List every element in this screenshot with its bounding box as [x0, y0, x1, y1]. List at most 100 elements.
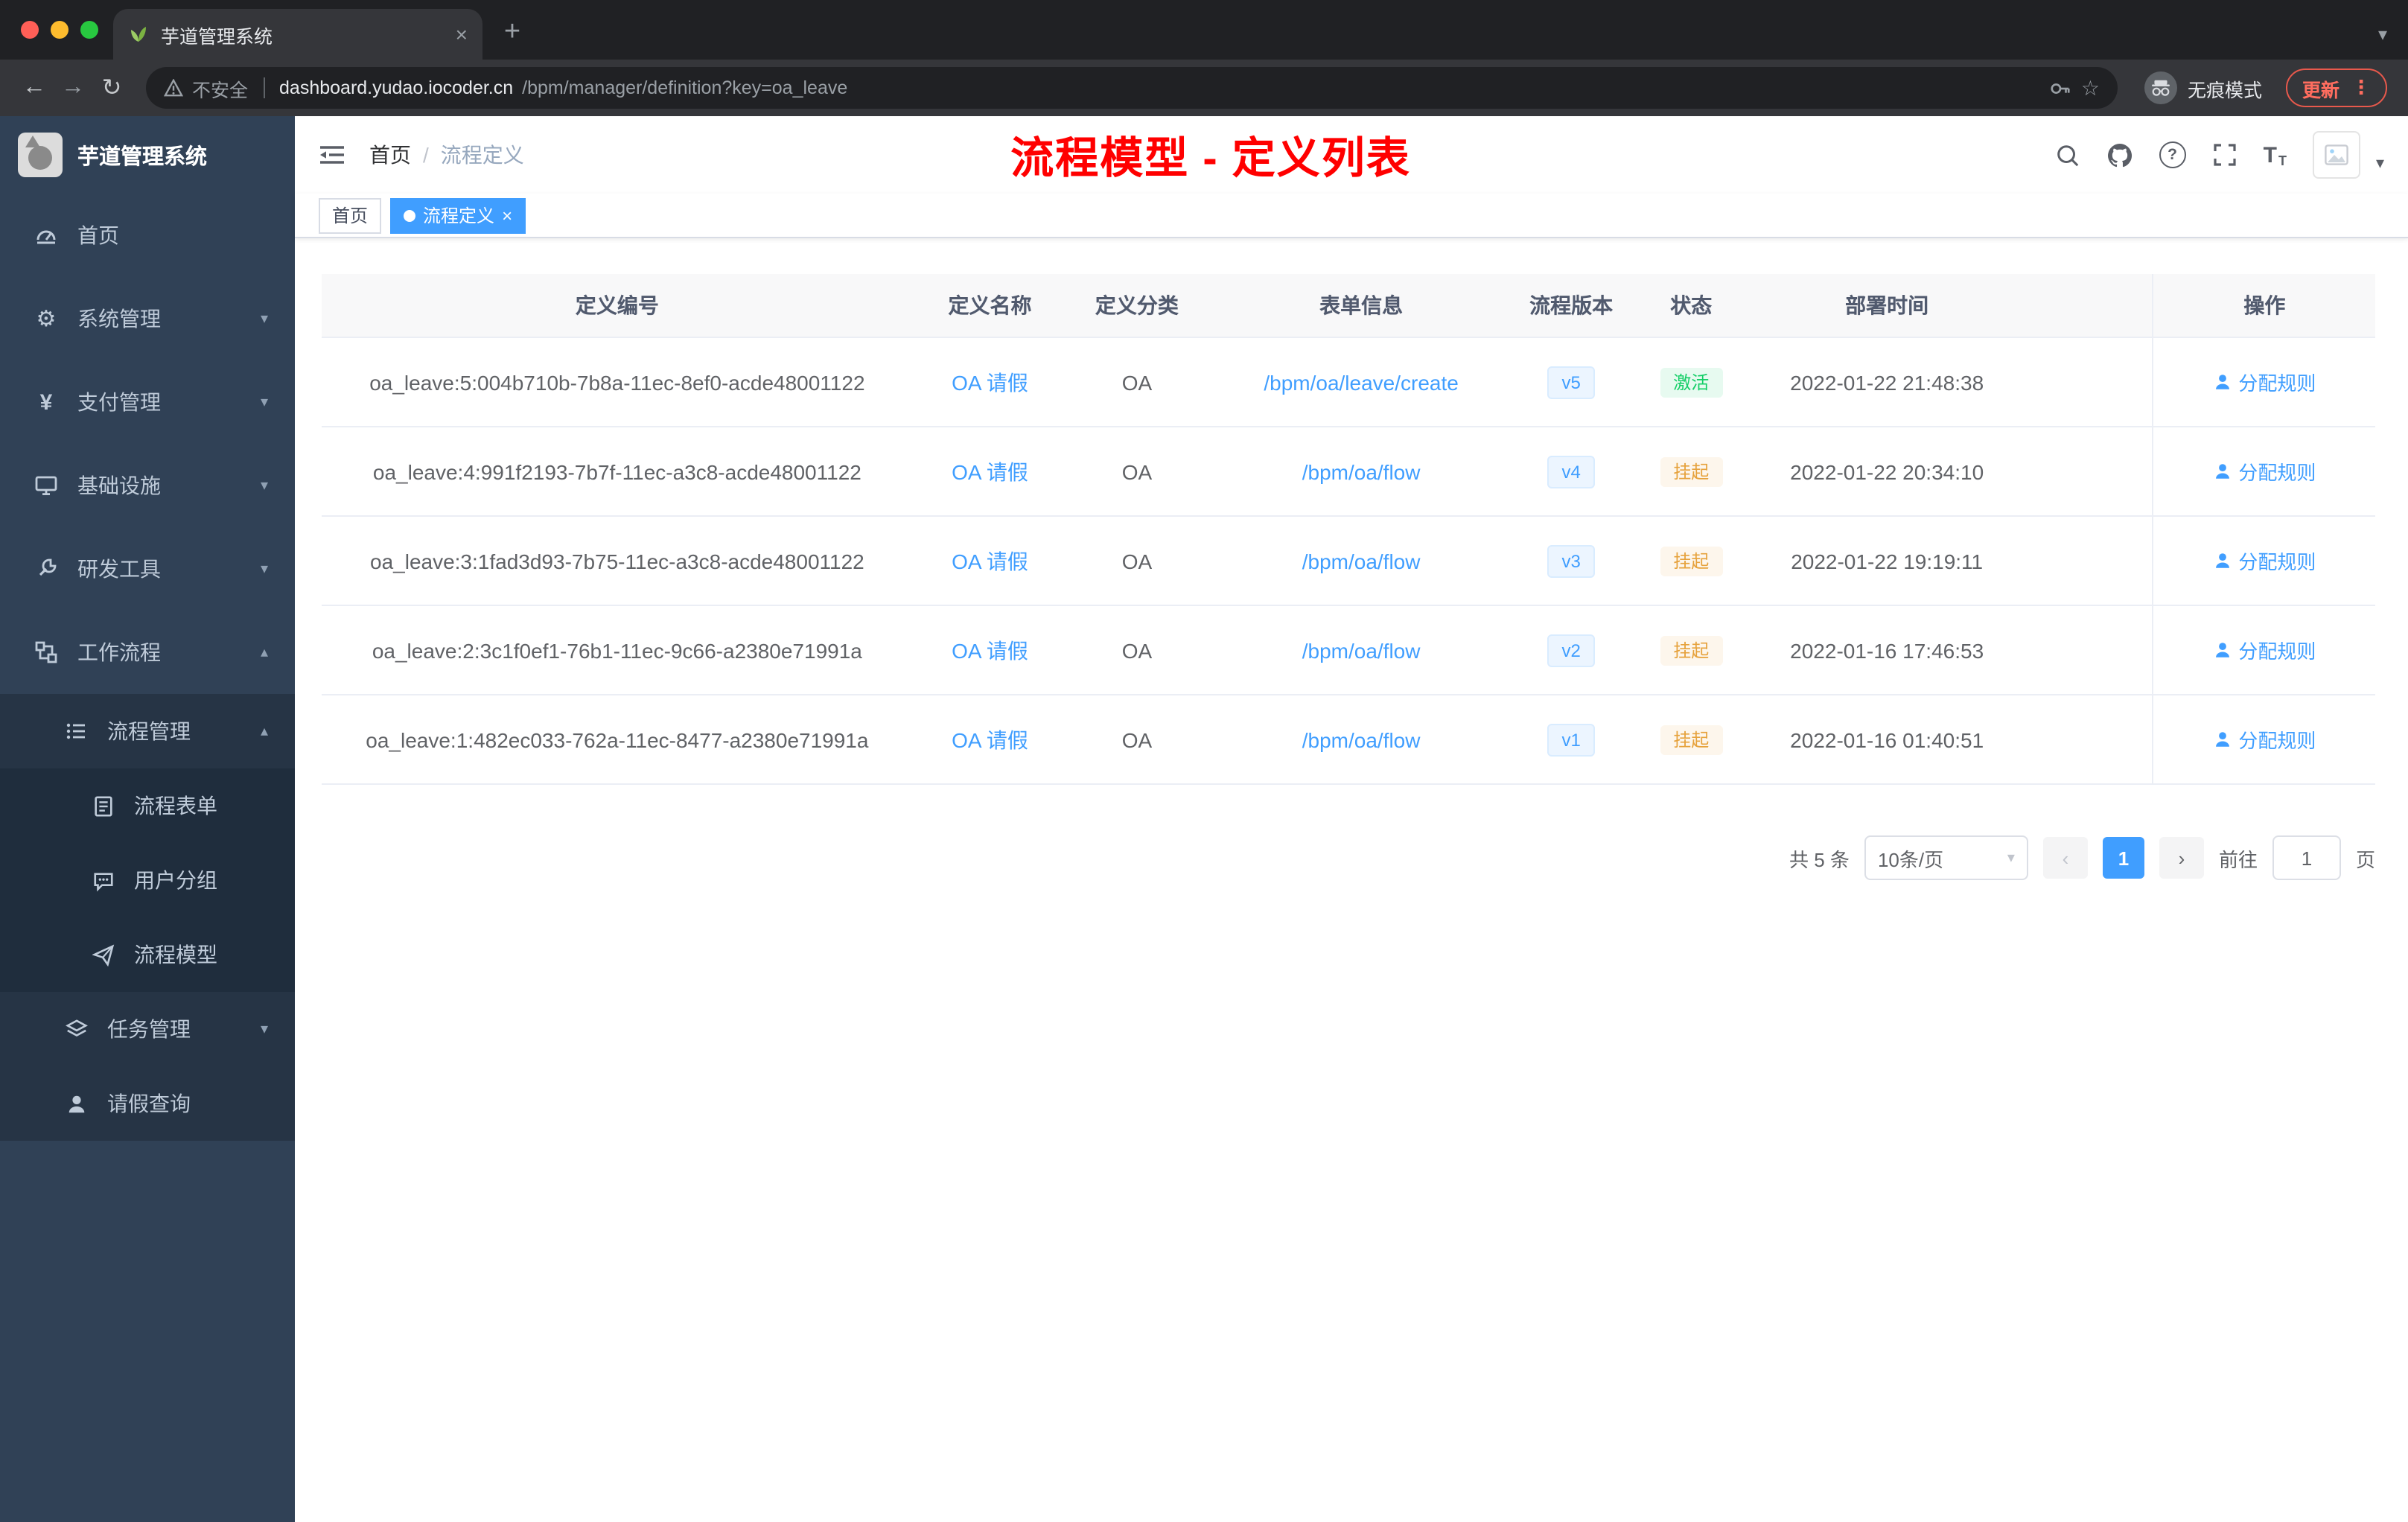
form-link[interactable]: /bpm/oa/flow [1302, 459, 1421, 483]
browser-tab[interactable]: 芋道管理系统 × [113, 9, 482, 60]
avatar-caret-icon[interactable]: ▾ [2376, 153, 2384, 179]
yen-icon: ¥ [39, 389, 53, 415]
sidebar-item-infrastructure[interactable]: 基础设施 ▾ [0, 444, 295, 527]
page-annotation: 流程模型 - 定义列表 [1010, 136, 1411, 183]
gear-icon: ⚙ [36, 307, 57, 332]
tag-close-icon[interactable]: × [502, 206, 512, 224]
assign-rule-link[interactable]: 分配规则 [2213, 457, 2316, 485]
tab-title: 芋道管理系统 [161, 26, 273, 47]
sidebar-item-label: 工作流程 [77, 640, 161, 664]
window-minimize-button[interactable] [51, 21, 69, 39]
address-bar[interactable]: 不安全 dashboard.yudao.iocoder.cn /bpm/mana… [146, 67, 2118, 109]
column-header: 部署时间 [1755, 274, 2019, 338]
table-header-row: 定义编号 定义名称 定义分类 表单信息 流程版本 状态 部署时间 操作 [322, 274, 2375, 338]
form-link[interactable]: /bpm/oa/flow [1302, 638, 1421, 662]
definition-name-link[interactable]: OA 请假 [952, 459, 1028, 483]
app-header: 首页 / 流程定义 流程模型 - 定义列表 ? T T ▾ [295, 116, 2408, 194]
sidebar-item-task-management[interactable]: 任务管理 ▾ [0, 992, 295, 1066]
sidebar-item-payment[interactable]: ¥ 支付管理 ▾ [0, 360, 295, 444]
page-size-select[interactable]: 10条/页 ▾ [1864, 835, 2028, 880]
reload-button[interactable]: ↻ [92, 69, 131, 107]
sidebar-item-label: 流程模型 [134, 943, 217, 967]
chevron-down-icon: ▾ [260, 561, 268, 577]
github-icon[interactable] [2107, 142, 2133, 168]
table-row: oa_leave:5:004b710b-7b8a-11ec-8ef0-acde4… [322, 337, 2375, 427]
assign-rule-link[interactable]: 分配规则 [2213, 368, 2316, 396]
breadcrumb-home[interactable]: 首页 [369, 140, 411, 170]
sidebar-collapse-icon[interactable] [319, 143, 345, 167]
logo-title: 芋道管理系统 [77, 145, 207, 169]
fullscreen-icon[interactable] [2213, 143, 2237, 167]
browser-update-button[interactable]: 更新 ⋮ [2285, 69, 2387, 107]
tab-search-chevron-icon[interactable]: ▾ [2378, 24, 2387, 45]
next-page-button[interactable]: › [2159, 837, 2204, 879]
definition-name-link[interactable]: OA 请假 [952, 727, 1028, 751]
help-icon[interactable]: ? [2159, 141, 2186, 168]
sidebar-item-home[interactable]: 首页 [0, 194, 295, 277]
sidebar-item-system[interactable]: ⚙ 系统管理 ▾ [0, 277, 295, 360]
window-close-button[interactable] [21, 21, 39, 39]
password-key-icon[interactable] [2050, 77, 2072, 99]
tab-close-icon[interactable]: × [456, 24, 468, 45]
status-badge: 挂起 [1660, 725, 1723, 754]
cell-spacer [2018, 695, 2153, 785]
window-zoom-button[interactable] [80, 21, 98, 39]
assign-rule-link[interactable]: 分配规则 [2213, 547, 2316, 575]
cell-definition-id: oa_leave:4:991f2193-7b7f-11ec-a3c8-acde4… [322, 427, 913, 517]
font-size-icon[interactable]: TT [2264, 142, 2287, 168]
dashboard-icon [30, 223, 63, 247]
table-row: oa_leave:3:1fad3d93-7b75-11ec-a3c8-acde4… [322, 516, 2375, 606]
sidebar-item-devtools[interactable]: 研发工具 ▾ [0, 527, 295, 611]
cell-deploy-time: 2022-01-22 19:19:11 [1755, 516, 2019, 606]
assign-rule-link[interactable]: 分配规则 [2213, 725, 2316, 754]
sidebar-item-user-group[interactable]: 用户分组 [0, 843, 295, 917]
cell-deploy-time: 2022-01-16 17:46:53 [1755, 605, 2019, 695]
new-tab-button[interactable]: + [491, 12, 533, 54]
bookmark-star-icon[interactable]: ☆ [2081, 75, 2100, 101]
sidebar-item-label: 首页 [77, 223, 119, 247]
form-icon [86, 795, 119, 817]
form-link[interactable]: /bpm/oa/flow [1302, 727, 1421, 751]
window-controls [21, 21, 98, 39]
tag-home[interactable]: 首页 [319, 197, 382, 233]
cell-deploy-time: 2022-01-22 20:34:10 [1755, 427, 2019, 517]
workflow-icon [30, 640, 63, 664]
sidebar-item-process-management[interactable]: 流程管理 ▴ [0, 694, 295, 768]
avatar[interactable] [2313, 131, 2361, 179]
search-icon[interactable] [2055, 142, 2080, 168]
prev-page-button[interactable]: ‹ [2042, 837, 2088, 879]
form-link[interactable]: /bpm/oa/leave/create [1264, 370, 1459, 394]
sidebar-item-workflow[interactable]: 工作流程 ▴ [0, 611, 295, 694]
status-badge: 挂起 [1660, 635, 1723, 665]
sidebar-item-label: 基础设施 [77, 474, 161, 497]
column-header: 定义编号 [322, 274, 913, 338]
status-badge: 挂起 [1660, 456, 1723, 486]
goto-page-input[interactable] [2272, 835, 2341, 880]
cell-spacer [2018, 605, 2153, 695]
form-link[interactable]: /bpm/oa/flow [1302, 549, 1421, 573]
url-path: /bpm/manager/definition?key=oa_leave [522, 77, 848, 98]
list-icon [60, 719, 92, 743]
status-badge: 挂起 [1660, 546, 1723, 576]
sidebar-logo[interactable]: 芋道管理系统 [0, 116, 295, 194]
column-header: 定义名称 [912, 274, 1068, 338]
chevron-down-icon: ▾ [260, 477, 268, 494]
tag-process-definition[interactable]: 流程定义 × [390, 197, 526, 233]
content-area: 定义编号 定义名称 定义分类 表单信息 流程版本 状态 部署时间 操作 oa_l… [295, 238, 2408, 1522]
active-dot-icon [404, 209, 416, 221]
definition-name-link[interactable]: OA 请假 [952, 549, 1028, 573]
forward-button[interactable]: → [54, 69, 92, 107]
sidebar-item-process-model[interactable]: 流程模型 [0, 917, 295, 992]
assign-rule-link[interactable]: 分配规则 [2213, 636, 2316, 664]
back-button[interactable]: ← [15, 69, 54, 107]
sidebar-item-leave-query[interactable]: 请假查询 [0, 1066, 295, 1141]
breadcrumb: 首页 / 流程定义 [369, 140, 524, 170]
sidebar-item-process-form[interactable]: 流程表单 [0, 768, 295, 843]
definition-name-link[interactable]: OA 请假 [952, 638, 1028, 662]
cell-spacer [2018, 427, 2153, 517]
page-size-value: 10条/页 [1877, 848, 1944, 870]
page-number-button[interactable]: 1 [2102, 837, 2144, 879]
definition-name-link[interactable]: OA 请假 [952, 370, 1028, 394]
browser-menu-kebab-icon[interactable]: ⋮ [2351, 76, 2371, 100]
sidebar-item-label: 系统管理 [77, 307, 161, 331]
